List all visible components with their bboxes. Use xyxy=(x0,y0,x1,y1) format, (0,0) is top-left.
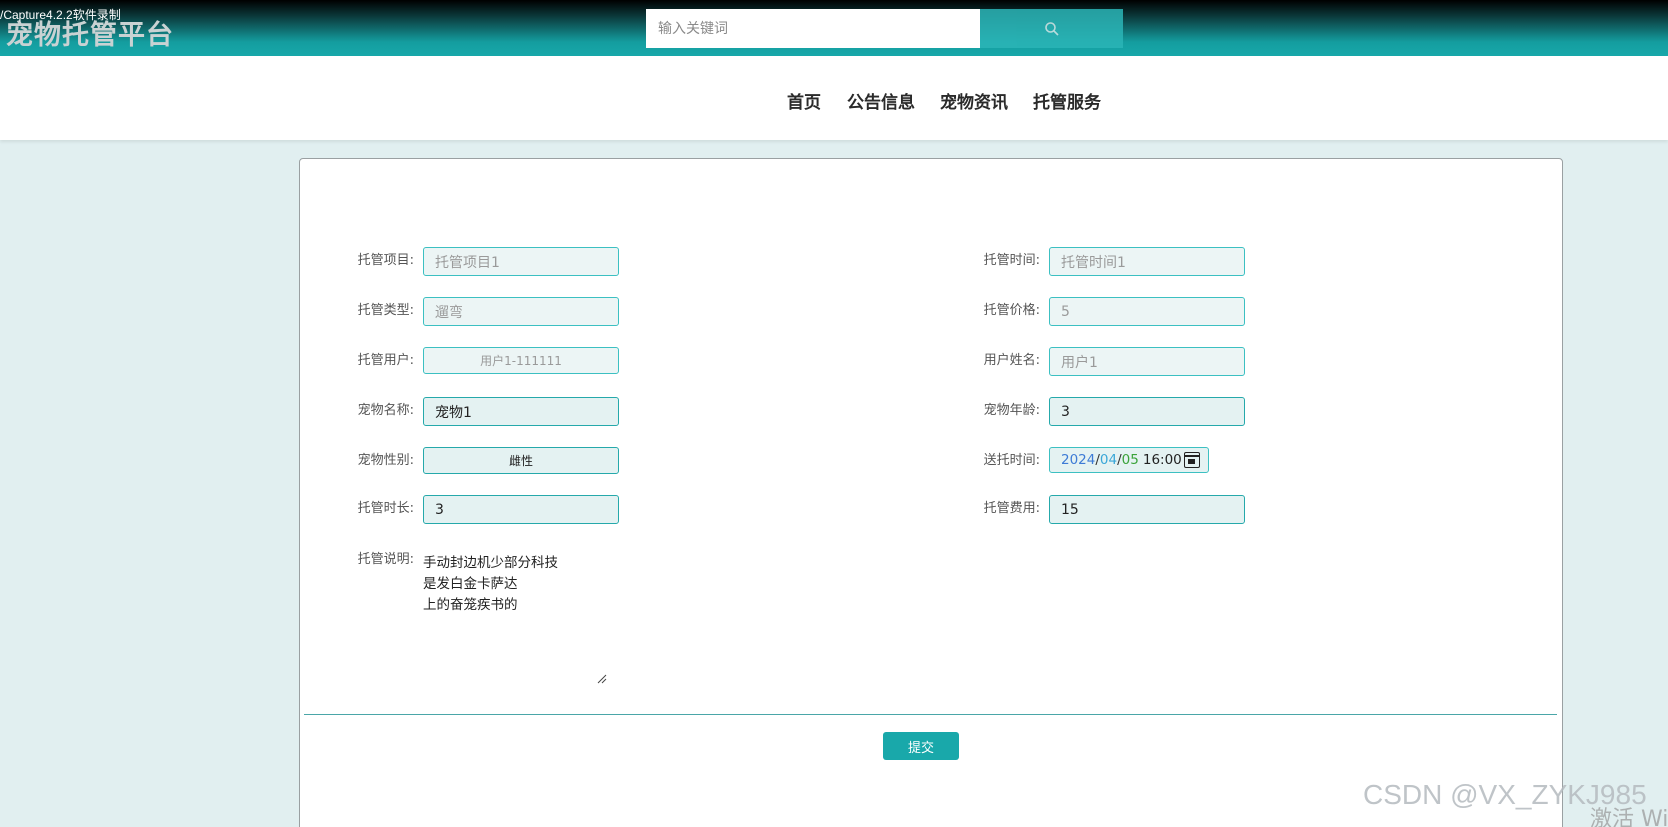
nav-item-home[interactable]: 首页 xyxy=(787,88,821,113)
nav-item-pet-news[interactable]: 宠物资讯 xyxy=(940,88,1008,113)
main-nav: 首页 公告信息 宠物资讯 托管服务 xyxy=(0,56,1668,140)
boarding-type-field[interactable]: 遛弯 xyxy=(423,297,619,326)
label-pet-name: 宠物名称: xyxy=(357,403,414,418)
user-name-field[interactable]: 用户1 xyxy=(1049,347,1245,376)
search-icon xyxy=(1044,21,1059,36)
boarding-user-select[interactable]: 用户1-111111 xyxy=(423,347,619,374)
search-input[interactable] xyxy=(646,9,980,48)
label-description: 托管说明: xyxy=(357,552,414,567)
search-button[interactable] xyxy=(980,9,1123,48)
pet-age-field[interactable]: 3 xyxy=(1049,397,1245,426)
send-time-datetime-input[interactable]: 2024/04/05 16:00 xyxy=(1049,447,1209,473)
activate-windows-watermark: 激活 Wi xyxy=(1590,807,1668,827)
send-time-day: 05 xyxy=(1121,452,1139,468)
description-line: 手动封边机少部分科技 xyxy=(423,555,558,571)
label-boarding-fee: 托管费用: xyxy=(983,501,1040,516)
boarding-duration-field[interactable]: 3 xyxy=(423,495,619,524)
nav-item-announcements[interactable]: 公告信息 xyxy=(847,88,915,113)
description-textarea[interactable]: 手动封边机少部分科技 是发白金卡萨达 上的奋笼疾书的 xyxy=(423,553,613,685)
label-boarding-price: 托管价格: xyxy=(983,303,1040,318)
label-boarding-duration: 托管时长: xyxy=(357,501,414,516)
label-boarding-user: 托管用户: xyxy=(357,353,414,368)
label-user-name: 用户姓名: xyxy=(983,353,1040,368)
submit-button[interactable]: 提交 xyxy=(883,732,959,760)
form-divider xyxy=(304,714,1557,715)
pet-name-field[interactable]: 宠物1 xyxy=(423,397,619,426)
resize-handle-icon[interactable] xyxy=(597,674,607,684)
label-boarding-type: 托管类型: xyxy=(357,303,414,318)
send-time-year: 2024 xyxy=(1061,452,1096,468)
description-line: 是发白金卡萨达 xyxy=(423,576,518,592)
boarding-time-field[interactable]: 托管时间1 xyxy=(1049,247,1245,276)
nav-item-boarding-service[interactable]: 托管服务 xyxy=(1033,88,1101,113)
description-line: 上的奋笼疾书的 xyxy=(423,597,518,613)
label-send-time: 送托时间: xyxy=(983,453,1040,468)
calendar-icon[interactable] xyxy=(1184,452,1200,468)
label-pet-age: 宠物年龄: xyxy=(983,403,1040,418)
label-pet-gender: 宠物性别: xyxy=(357,453,414,468)
send-time-clock: 16:00 xyxy=(1142,452,1182,468)
send-time-month: 04 xyxy=(1099,452,1118,468)
pet-gender-select[interactable]: 雌性 xyxy=(423,447,619,474)
label-boarding-item: 托管项目: xyxy=(357,253,414,268)
boarding-item-field[interactable]: 托管项目1 xyxy=(423,247,619,276)
boarding-price-field[interactable]: 5 xyxy=(1049,297,1245,326)
recorder-watermark: /Capture4.2.2软件录制 xyxy=(0,8,121,22)
boarding-fee-field[interactable]: 15 xyxy=(1049,495,1245,524)
label-boarding-time: 托管时间: xyxy=(983,253,1040,268)
